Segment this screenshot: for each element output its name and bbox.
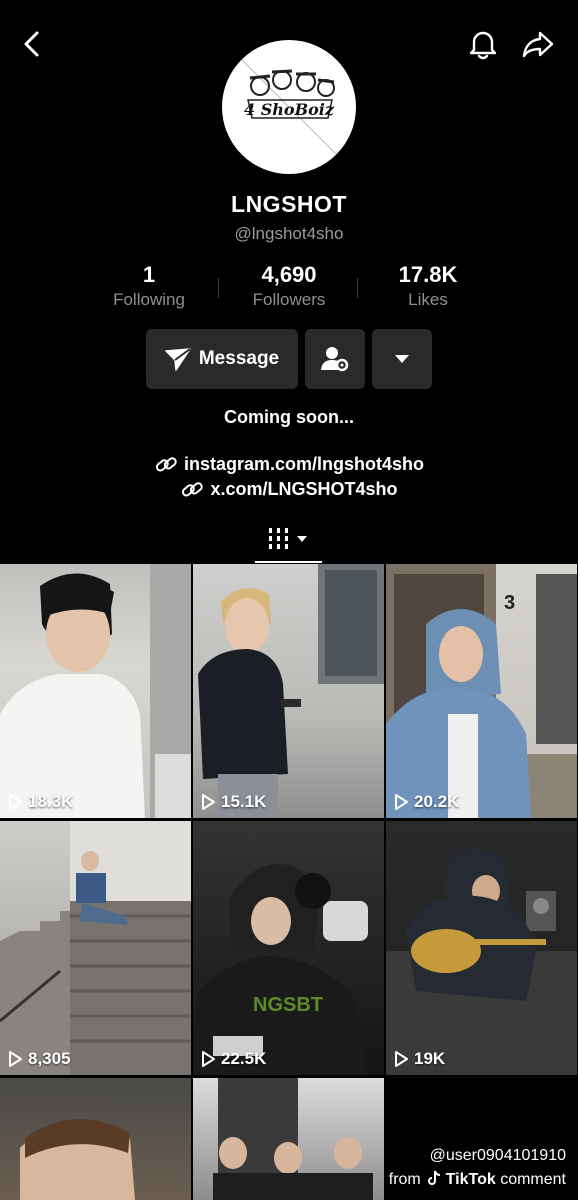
video-views-count: 18.3K [28,792,74,811]
video-views-count: 8,305 [28,1049,71,1068]
tiktok-logo-icon [428,1170,441,1185]
avatar-logo: 4 ShoBoiz [233,51,345,163]
tab-active-indicator [255,561,322,563]
video-thumbnail: 3 [386,564,577,818]
stat-followers-value: 4,690 [261,262,317,287]
watermark-brand: TikTok [445,1171,496,1188]
dropdown-icon [395,354,409,363]
stats-divider [218,278,219,298]
watermark-user: @user0904101910 [429,1147,566,1164]
video-tile[interactable] [0,1078,191,1200]
bell-icon[interactable] [463,24,503,64]
video-views: 20.2K [394,792,459,812]
follow-settings-button[interactable] [305,329,365,389]
video-thumbnail [0,564,191,818]
video-views-count: 20.2K [414,792,460,811]
action-buttons: Message [0,329,578,389]
stats-divider [357,278,358,298]
video-tile[interactable]: 15.1K [193,564,384,818]
video-views: 22.5K [201,1049,266,1069]
profile-name: LNGSHOT [231,191,347,217]
video-grid: 18.3K 15.1K 3 20.2K 8,305 NGSBT 22.5K 19… [0,564,578,1200]
instagram-link[interactable]: instagram.com/lngshot4sho [0,452,578,477]
video-thumbnail: NGSBT [193,864,368,1075]
play-icon [202,1051,215,1067]
stat-likes-value: 17.8K [398,262,458,287]
video-thumbnail [20,1119,135,1200]
grid-icon [268,528,307,549]
stats-row: 1 Following 4,690 Followers 17.8K Likes [0,262,578,314]
svg-text:NGSBT: NGSBT [253,994,323,1016]
video-views-count: 22.5K [221,1049,267,1068]
video-views: 8,305 [8,1049,71,1069]
video-tile[interactable]: NGSBT 22.5K [193,821,384,1075]
profile-links: instagram.com/lngshot4sho x.com/LNGSHOT4… [0,452,578,502]
stat-followers-label: Followers [252,290,326,309]
message-button[interactable]: Message [146,329,298,389]
play-icon [9,1051,22,1067]
video-thumbnail [198,564,384,818]
profile-bio: Coming soon... [224,407,354,427]
content-tabs [0,515,578,563]
svg-text:3: 3 [504,592,515,614]
avatar[interactable]: 4 ShoBoiz [222,40,356,174]
tab-videos[interactable] [255,515,322,563]
stat-following-value: 1 [142,262,156,287]
video-thumbnail [0,821,191,1075]
play-icon [395,1051,408,1067]
share-icon[interactable] [518,24,558,64]
profile-handle: @lngshot4sho [234,224,344,243]
video-tile[interactable]: 19K [386,821,577,1075]
watermark-from: from [388,1171,421,1188]
stat-following-label: Following [113,290,185,309]
back-arrow-icon[interactable] [12,24,52,64]
video-thumbnail [386,848,577,1075]
video-tile[interactable] [193,1078,384,1200]
watermark-suffix: comment [500,1171,566,1188]
watermark-line: from TikTok comment [389,1168,566,1192]
x-link[interactable]: x.com/LNGSHOT4sho [0,477,578,502]
link-icon [155,456,177,471]
play-icon [9,794,22,810]
stat-followers[interactable]: 4,690 Followers [224,262,354,310]
video-tile[interactable]: 3 20.2K [386,564,577,818]
video-views-count: 19K [414,1049,446,1068]
play-icon [202,794,215,810]
video-tile[interactable]: 18.3K [0,564,191,818]
video-views: 18.3K [8,792,73,812]
send-icon [165,348,191,371]
link-icon [182,481,204,496]
message-button-label: Message [198,348,280,369]
instagram-link-text: instagram.com/lngshot4sho [183,454,425,474]
svg-text:4 ShoBoiz: 4 ShoBoiz [244,100,335,119]
tiktok-watermark: @user0904101910 from TikTok comment [389,1144,566,1192]
video-tile[interactable]: 8,305 [0,821,191,1075]
video-views: 15.1K [201,792,266,812]
video-views-count: 15.1K [221,792,267,811]
stat-following[interactable]: 1 Following [84,262,214,310]
play-icon [395,794,408,810]
person-settings-icon [321,347,349,372]
x-link-text: x.com/LNGSHOT4sho [210,479,398,499]
video-views: 19K [394,1049,445,1069]
video-thumbnail [213,1078,373,1200]
stat-likes[interactable]: 17.8K Likes [363,262,493,310]
more-dropdown-button[interactable] [372,329,432,389]
stat-likes-label: Likes [408,290,448,309]
